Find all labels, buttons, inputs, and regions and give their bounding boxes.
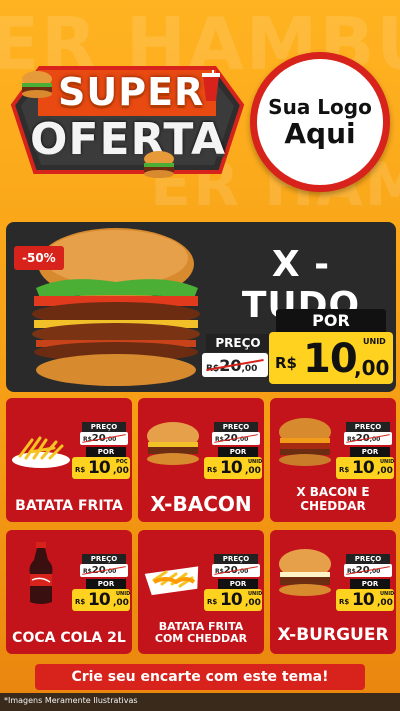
product-card: PREÇO R$20,00 POR R$ 10 UNID ,00 X-BURGU… xyxy=(270,530,396,654)
currency-symbol: R$ xyxy=(275,354,297,372)
product-name: X BACON E CHEDDAR xyxy=(296,485,370,514)
currency-symbol: R$ xyxy=(207,466,218,474)
burger-icon xyxy=(144,151,174,178)
fries-icon xyxy=(12,436,70,468)
currency-symbol: R$ xyxy=(75,598,86,606)
logo-text-line2: Aqui xyxy=(284,116,356,150)
title-oferta: OFERTA xyxy=(30,114,227,165)
soda-cup-icon xyxy=(202,70,220,101)
price-box: R$ 10 UNID ,00 xyxy=(204,457,262,479)
disclaimer-text: *Imagens Meramente Ilustrativas xyxy=(4,696,138,705)
logo-placeholder: Sua Logo Aqui xyxy=(250,52,390,192)
currency-symbol: R$ xyxy=(207,598,218,606)
footer: *Imagens Meramente Ilustrativas xyxy=(0,693,400,711)
product-name: COCA COLA 2L xyxy=(12,629,126,646)
por-label: POR xyxy=(276,309,386,333)
product-name: X-BURGUER xyxy=(277,625,389,646)
old-price-label: PREÇO xyxy=(206,334,270,352)
price-integer: 10 xyxy=(352,590,375,610)
price-decimal: ,00 xyxy=(377,598,393,608)
por-label: POR xyxy=(350,447,390,457)
price-box: R$ 10 UNID ,00 xyxy=(72,589,130,611)
price-decimal: ,00 xyxy=(245,466,261,476)
burger-icon xyxy=(279,418,331,466)
featured-product: -50% X - TUDO PREÇO R$20,00 POR R$ 10 UN… xyxy=(6,222,396,392)
price-decimal: ,00 xyxy=(113,466,129,476)
old-price-box: R$20,00 xyxy=(202,353,268,377)
por-label: POR xyxy=(350,579,390,589)
unit-label: UNID xyxy=(248,591,263,597)
price-integer: 10 xyxy=(88,458,111,478)
product-card: PREÇO R$20,00 POR R$ 10 UNID ,00 COCA CO… xyxy=(6,530,132,654)
burger-icon xyxy=(147,422,199,465)
fries-cheddar-icon xyxy=(144,566,199,596)
por-label: POR xyxy=(86,579,126,589)
por-label: POR xyxy=(218,579,258,589)
product-name: X-BACON xyxy=(150,492,252,516)
product-name: BATATA FRITA COM CHEDDAR xyxy=(154,619,248,646)
price-integer: 10 xyxy=(220,458,243,478)
old-price-label: PREÇO xyxy=(346,554,390,564)
product-name: BATATA FRITA xyxy=(15,497,123,514)
logo-text-line1: Sua Logo xyxy=(268,94,372,119)
por-label: POR xyxy=(86,447,126,457)
super-oferta-title: SUPER OFERTA xyxy=(10,60,245,180)
price-box: R$ 10 UNID ,00 xyxy=(336,457,394,479)
price-box: R$ 10 UNID ,00 xyxy=(269,332,393,384)
price-integer: 10 xyxy=(220,590,243,610)
price-box: R$ 10 POÇ ,00 xyxy=(72,457,130,479)
product-card: PREÇO R$20,00 POR R$ 10 UNID ,00 X BACON… xyxy=(270,398,396,522)
burger-icon xyxy=(22,71,52,98)
currency-symbol: R$ xyxy=(339,466,350,474)
price-decimal: ,00 xyxy=(245,598,261,608)
unit-label: UNID xyxy=(116,591,131,597)
old-price-label: PREÇO xyxy=(214,422,258,432)
header: SUPER OFERTA Sua Logo Aqui xyxy=(0,0,400,215)
price-integer: 10 xyxy=(303,336,358,382)
unit-label: UNID xyxy=(380,591,395,597)
price-box: R$ 10 UNID ,00 xyxy=(336,589,394,611)
title-super: SUPER xyxy=(58,70,205,114)
price-decimal: ,00 xyxy=(113,598,129,608)
create-flyer-button[interactable]: Crie seu encarte com este tema! xyxy=(35,664,365,690)
product-card: PREÇO R$20,00 POR R$ 10 UNID ,00 BATATA … xyxy=(138,530,264,654)
old-price-label: PREÇO xyxy=(82,422,126,432)
price-decimal: ,00 xyxy=(377,466,393,476)
unit-label: UNID xyxy=(380,459,395,465)
unit-label: POÇ xyxy=(116,459,128,465)
old-price-label: PREÇO xyxy=(82,554,126,564)
por-label: POR xyxy=(218,447,258,457)
price-box: R$ 10 UNID ,00 xyxy=(204,589,262,611)
price-integer: 10 xyxy=(88,590,111,610)
currency-symbol: R$ xyxy=(339,598,350,606)
soda-bottle-icon xyxy=(29,542,53,604)
unit-label: UNID xyxy=(363,337,386,346)
currency-symbol: R$ xyxy=(75,466,86,474)
product-card: PREÇO R$20,00 POR R$ 10 POÇ ,00 BATATA F… xyxy=(6,398,132,522)
product-card: PREÇO R$20,00 POR R$ 10 UNID ,00 X-BACON xyxy=(138,398,264,522)
price-decimal: ,00 xyxy=(354,356,390,380)
old-price-label: PREÇO xyxy=(346,422,390,432)
price-integer: 10 xyxy=(352,458,375,478)
discount-badge: -50% xyxy=(14,246,64,270)
old-price-label: PREÇO xyxy=(214,554,258,564)
burger-icon xyxy=(279,549,331,596)
unit-label: UNID xyxy=(248,459,263,465)
